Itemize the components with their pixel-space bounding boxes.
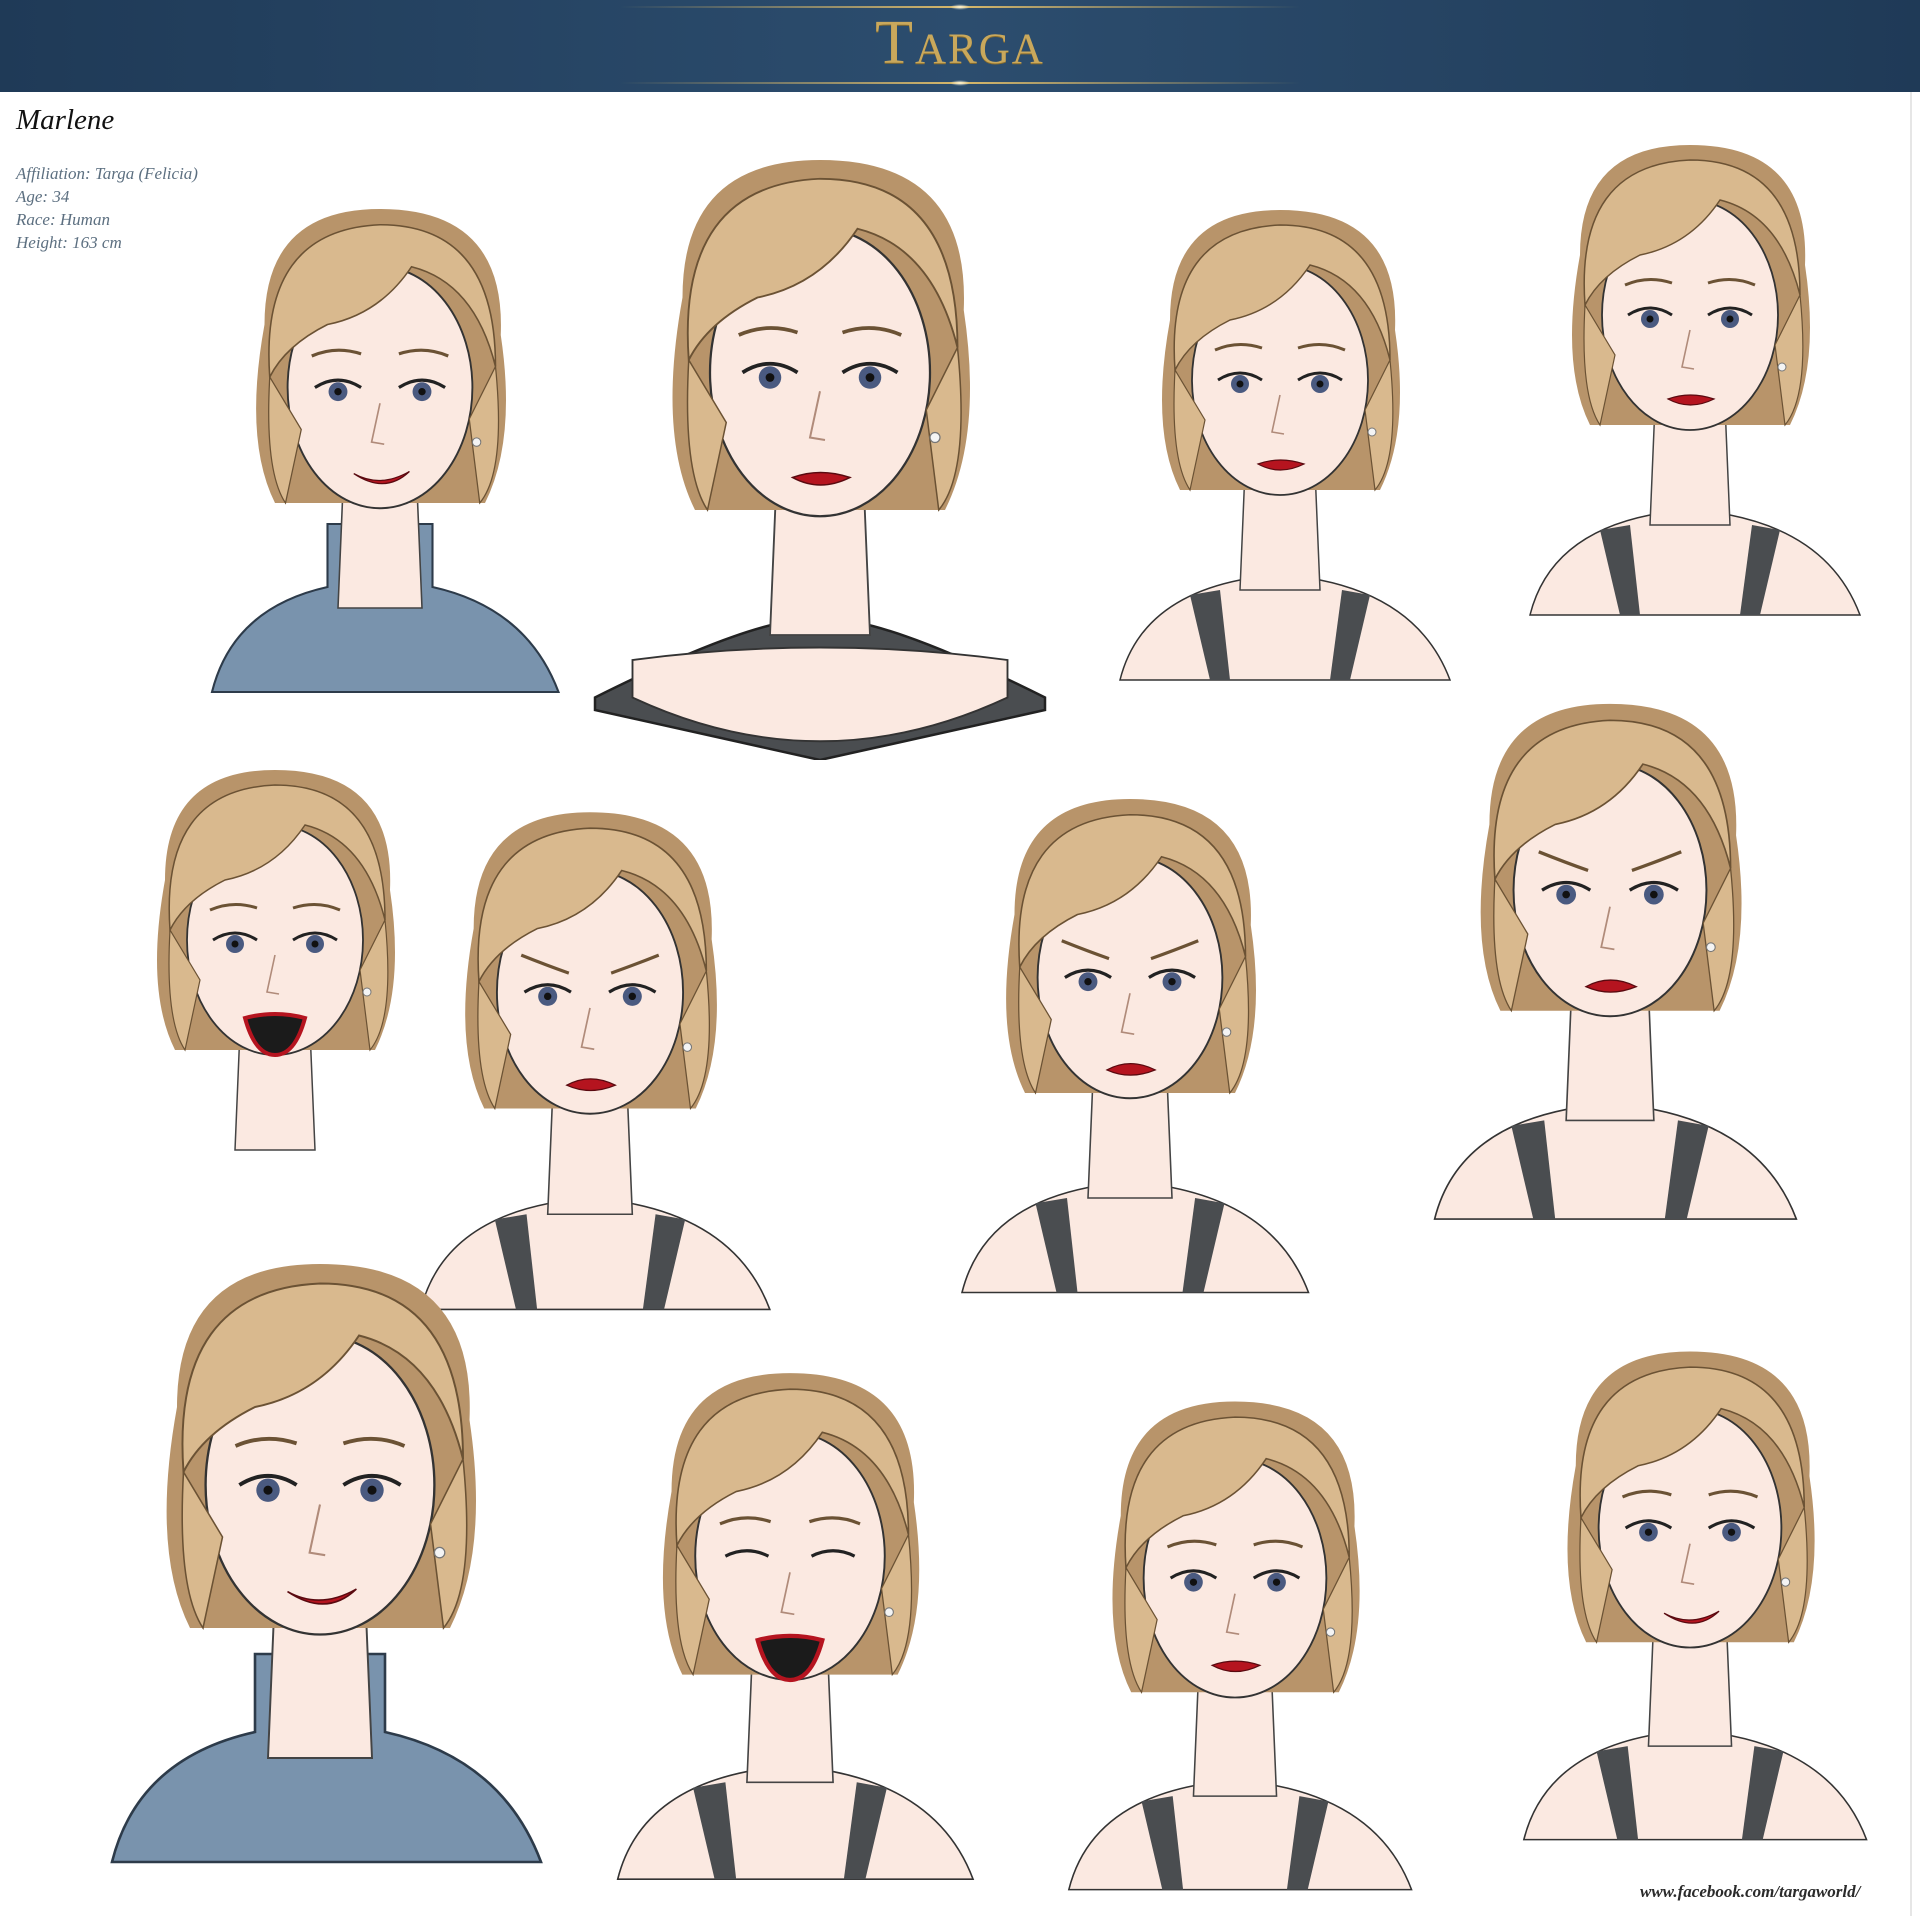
earring-icon <box>433 1546 446 1559</box>
portrait-annoyed <box>960 799 1310 1294</box>
shoulders <box>1529 514 1862 616</box>
shoulders <box>960 1186 1310 1294</box>
portrait-smile-hand <box>110 1264 543 1864</box>
banner-title: Targa <box>875 9 1045 77</box>
earring-icon <box>884 1607 894 1617</box>
earring-icon <box>1221 1027 1232 1037</box>
earring-icon <box>1780 1577 1791 1587</box>
portrait-profile-right <box>1529 145 1862 616</box>
banner-spark-bottom <box>950 80 970 86</box>
earring-icon <box>1325 1627 1336 1637</box>
earring-icon <box>1705 942 1716 953</box>
shoulders <box>1433 1108 1798 1220</box>
portrait-neutral-front <box>593 160 1047 760</box>
portrait-smirk <box>1522 1351 1868 1841</box>
character-name: Marlene <box>16 104 115 136</box>
footer-url: www.facebook.com/targaworld/ <box>1640 1882 1861 1901</box>
shoulders <box>1522 1734 1868 1841</box>
portrait-angry <box>1433 703 1798 1220</box>
shoulders <box>616 1770 975 1881</box>
earring-icon <box>471 437 482 447</box>
portrait-smile <box>210 209 561 694</box>
portrait-hand-on-cheek <box>1067 1401 1413 1891</box>
portrait-laugh-wink <box>616 1373 975 1881</box>
shoulders <box>1067 1784 1413 1891</box>
earring-icon <box>1367 427 1377 437</box>
earring-icon <box>1777 362 1787 372</box>
portrait-profile-right-tilt <box>1119 210 1452 681</box>
page-side-rule <box>1910 92 1912 1916</box>
earring-icon <box>682 1042 693 1052</box>
title-banner: Targa <box>0 0 1920 92</box>
earring-icon <box>929 431 941 444</box>
